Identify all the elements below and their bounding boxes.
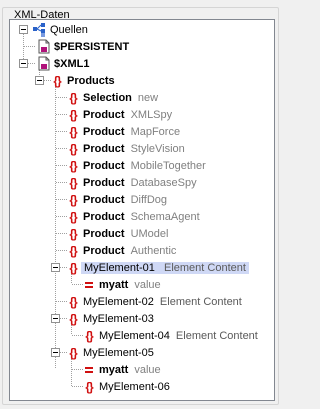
tree-node-quellen[interactable]: Quellen [32,21,88,38]
node-value: MapForce [130,125,181,138]
tree-node-label: myatt [99,363,129,376]
element-icon: {} [69,90,77,105]
collapse-xml1-toggle[interactable] [19,59,28,68]
tree-node-myelement-05[interactable]: {} MyElement-05 [65,344,154,361]
collapse-myelement03-toggle[interactable] [51,314,60,323]
element-icon: {} [85,328,93,343]
element-icon: {} [69,192,77,207]
tree-node-label: MyElement-05 [83,346,154,359]
tree-node-myelement-03[interactable]: {} MyElement-03 [65,310,154,327]
node-value: Element Content [163,261,246,274]
element-icon: {} [69,175,77,190]
tree-node-product[interactable]: {} Product MapForce [65,123,180,140]
tree-node-myatt[interactable]: myatt value [81,276,161,293]
tree-node-product[interactable]: {} Product XMLSpy [65,106,172,123]
tree-node-label: Product [83,142,125,155]
tree-node-label: myatt [99,278,129,291]
tree-node-label: Quellen [50,23,88,36]
tree-node-label: Product [83,125,125,138]
tree-node-myelement-06[interactable]: {} MyElement-06 [81,378,170,395]
selection-highlight: MyElement-01 Element Content [81,261,249,274]
collapse-myelement05-toggle[interactable] [51,348,60,357]
node-value: new [137,91,159,104]
node-value: Element Content [175,329,258,342]
element-icon: {} [53,73,61,88]
node-value: XMLSpy [130,108,173,121]
tree-node-myelement-04[interactable]: {} MyElement-04 Element Content [81,327,258,344]
tree-node-label: Selection [83,91,132,104]
xml-tree-panel[interactable]: Quellen $PERSISTENT $XML1 {} Products {}… [9,19,275,401]
attribute-icon [81,278,97,292]
tree-node-product[interactable]: {} Product StyleVision [65,140,185,157]
element-icon: {} [69,243,77,258]
element-icon: {} [69,311,77,326]
tree-node-myelement-01[interactable]: {} MyElement-01 Element Content [65,259,249,276]
tree-node-product[interactable]: {} Product Authentic [65,242,176,259]
database-icon [33,22,45,37]
element-icon: {} [85,379,93,394]
node-value: MobileTogether [130,159,206,172]
collapse-root-toggle[interactable] [19,25,28,34]
tree-node-myelement-02[interactable]: {} MyElement-02 Element Content [65,293,242,310]
node-value: StyleVision [130,142,185,155]
tree-node-label: Product [83,108,125,121]
node-value: SchemaAgent [130,210,200,223]
element-icon: {} [69,158,77,173]
element-icon: {} [69,141,77,156]
document-icon [38,56,50,71]
tree-node-label: MyElement-01 [84,261,155,274]
element-icon: {} [69,294,77,309]
node-value: UModel [130,227,169,240]
tree-node-label: Products [67,74,115,87]
tree-node-label: $PERSISTENT [54,40,130,53]
node-value: Element Content [159,295,242,308]
tree-node-product[interactable]: {} Product MobileTogether [65,157,206,174]
element-icon: {} [69,209,77,224]
tree-node-label: $XML1 [54,57,90,70]
tree-node-myatt[interactable]: myatt value [81,361,161,378]
element-icon: {} [69,124,77,139]
tree-node-label: Product [83,193,125,206]
tree-node-label: Product [83,227,125,240]
tree-node-label: Product [83,176,125,189]
node-value: DatabaseSpy [130,176,197,189]
node-value: value [134,363,161,376]
collapse-myelement01-toggle[interactable] [51,263,60,272]
node-value: value [134,278,161,291]
node-value: DiffDog [130,193,168,206]
attribute-icon [81,363,97,377]
tree-node-label: MyElement-06 [99,380,170,393]
element-icon: {} [69,260,77,275]
tree-node-product[interactable]: {} Product UModel [65,225,168,242]
tree-node-label: Product [83,210,125,223]
tree-node-label: Product [83,244,125,257]
tree-node-label: MyElement-02 [83,295,154,308]
tree-node-products[interactable]: {} Products [49,72,115,89]
tree-node-xml1[interactable]: $XML1 [36,55,89,72]
element-icon: {} [69,107,77,122]
element-icon: {} [69,226,77,241]
tree-node-label: Product [83,159,125,172]
tree-node-persistent[interactable]: $PERSISTENT [36,38,129,55]
document-icon [38,39,50,54]
tree-node-product[interactable]: {} Product SchemaAgent [65,208,200,225]
tree-node-product[interactable]: {} Product DiffDog [65,191,167,208]
collapse-products-toggle[interactable] [35,76,44,85]
tree-node-selection[interactable]: {} Selection new [65,89,158,106]
element-icon: {} [69,345,77,360]
tree-node-product[interactable]: {} Product DatabaseSpy [65,174,197,191]
tree-node-label: MyElement-03 [83,312,154,325]
tree-node-label: MyElement-04 [99,329,170,342]
node-value: Authentic [130,244,177,257]
